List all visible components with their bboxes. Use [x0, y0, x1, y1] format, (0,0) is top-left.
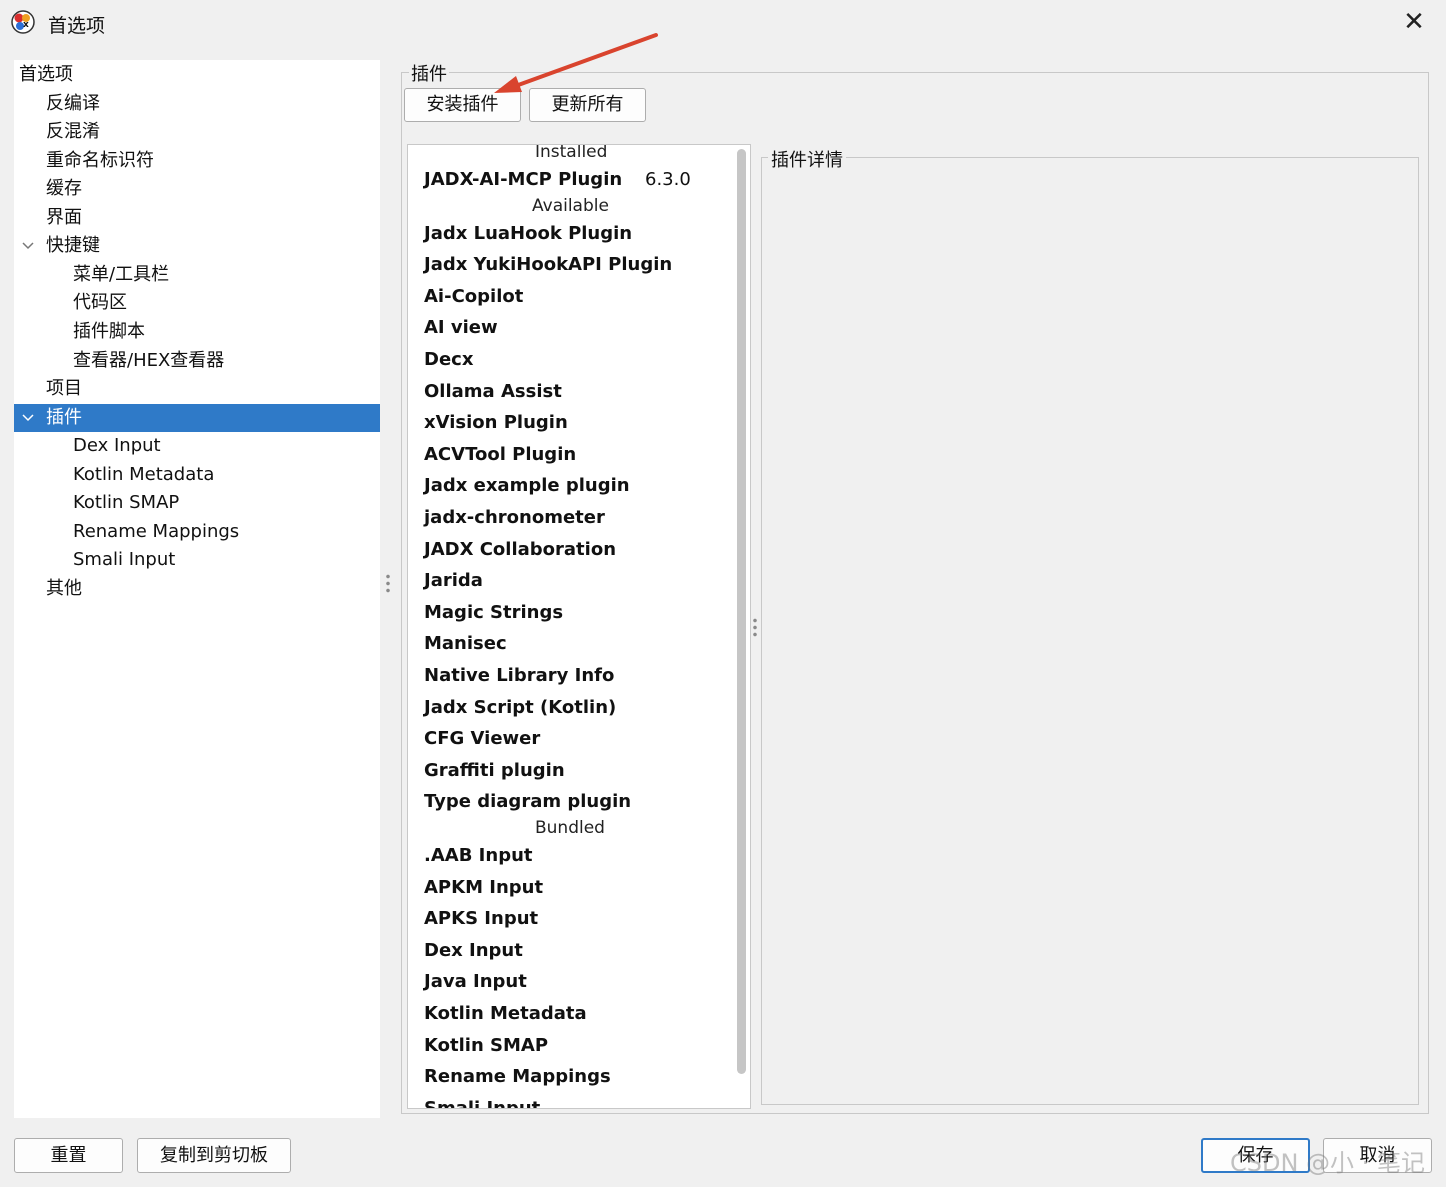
plugin-list-item[interactable]: Jadx LuaHook Plugin: [424, 223, 632, 244]
tree-item-label: 插件: [46, 406, 82, 428]
plugin-list-item[interactable]: Magic Strings: [424, 602, 563, 623]
plugin-list-item[interactable]: Jadx YukiHookAPI Plugin: [424, 254, 672, 275]
window-title: 首选项: [48, 15, 106, 37]
tree-item[interactable]: 重命名标识符: [14, 147, 380, 175]
tree-item[interactable]: 反混淆: [14, 118, 380, 146]
tree-item-label: 快捷键: [46, 235, 100, 257]
plugin-list-section-header: Available: [532, 195, 609, 216]
tree-item-label: Rename Mappings: [73, 520, 240, 542]
tree-item-label: Dex Input: [73, 435, 161, 457]
tree-item-label: 插件脚本: [73, 320, 145, 342]
tree-item-label: 首选项: [19, 64, 73, 85]
tree-item[interactable]: Dex Input: [14, 432, 380, 460]
tree-item-label: 项目: [46, 378, 82, 400]
tree-item[interactable]: Smali Input: [14, 546, 380, 574]
plugin-list-item[interactable]: Rename Mappings: [424, 1066, 611, 1087]
tree-item-label: 代码区: [73, 292, 127, 314]
plugin-list-item[interactable]: Kotlin Metadata: [424, 1003, 587, 1024]
plugin-list-item[interactable]: Jarida: [424, 570, 483, 591]
plugin-list-item[interactable]: CFG Viewer: [424, 728, 540, 749]
tree-item-label: Kotlin Metadata: [73, 463, 215, 485]
plugin-details-panel: [761, 157, 1419, 1105]
tree-item[interactable]: 首选项: [14, 61, 380, 89]
tree-item-label: 查看器/HEX查看器: [73, 349, 225, 371]
plugin-list-item[interactable]: Jadx Script (Kotlin): [424, 697, 616, 718]
tree-item-label: 菜单/工具栏: [73, 263, 170, 285]
tree-item[interactable]: 快捷键: [14, 232, 380, 260]
plugin-version: 6.3.0: [645, 169, 691, 190]
plugin-list-item[interactable]: ACVTool Plugin: [424, 444, 576, 465]
tree-item-label: 其他: [46, 577, 82, 599]
chevron-down-icon[interactable]: [21, 411, 35, 425]
chevron-down-icon[interactable]: [21, 239, 35, 253]
plugin-list-item[interactable]: .AAB Input: [424, 845, 533, 866]
plugin-list-item[interactable]: Dex Input: [424, 940, 523, 961]
plugin-list-item[interactable]: Java Input: [424, 971, 527, 992]
tree-item-label: 反混淆: [46, 121, 100, 143]
tree-item[interactable]: 界面: [14, 204, 380, 232]
copy-to-clipboard-button[interactable]: 复制到剪切板: [137, 1138, 291, 1173]
plugin-list-item[interactable]: Graffiti plugin: [424, 760, 565, 781]
tree-item[interactable]: 菜单/工具栏: [14, 261, 380, 289]
plugin-list-item[interactable]: Decx: [424, 349, 473, 370]
plugin-list-item[interactable]: xVision Plugin: [424, 412, 568, 433]
plugin-list-item[interactable]: Type diagram plugin: [424, 791, 631, 812]
plugin-list-item[interactable]: Native Library Info: [424, 665, 614, 686]
close-icon[interactable]: ✕: [1398, 6, 1430, 38]
details-splitter-handle[interactable]: [753, 617, 757, 639]
reset-button[interactable]: 重置: [14, 1138, 123, 1173]
watermark: CSDN @小 · 笔记: [1230, 1149, 1425, 1177]
tree-item-label: 反编译: [46, 92, 100, 114]
tree-item[interactable]: Kotlin SMAP: [14, 489, 380, 517]
tree-item[interactable]: 反编译: [14, 90, 380, 118]
tree-item[interactable]: 其他: [14, 575, 380, 603]
tree-item[interactable]: 插件: [14, 403, 380, 432]
tree-item-label: 重命名标识符: [46, 149, 154, 171]
tree-item[interactable]: 缓存: [14, 175, 380, 203]
tree-item[interactable]: Rename Mappings: [14, 518, 380, 546]
tree-item[interactable]: 项目: [14, 375, 380, 403]
title-bar: x 首选项 ✕: [0, 0, 1446, 48]
plugin-list-item[interactable]: AI view: [424, 317, 498, 338]
plugin-list-item[interactable]: Manisec: [424, 633, 507, 654]
tree-item-label: Smali Input: [73, 549, 176, 571]
plugin-list-item[interactable]: JADX Collaboration: [424, 539, 616, 560]
plugin-list-item[interactable]: Jadx example plugin: [424, 475, 630, 496]
plugin-list-item[interactable]: JADX-AI-MCP Plugin: [424, 169, 622, 190]
tree-item[interactable]: 代码区: [14, 289, 380, 317]
preferences-tree[interactable]: 首选项反编译反混淆重命名标识符 缓存界面快捷键菜单/工具栏 代码区插件脚本查看器/H…: [14, 60, 380, 1118]
tree-item-label: 缓存: [46, 178, 82, 200]
tree-item[interactable]: Kotlin Metadata: [14, 461, 380, 489]
plugin-list-item[interactable]: Ollama Assist: [424, 381, 562, 402]
tree-item[interactable]: 查看器/HEX查看器: [14, 347, 380, 375]
tree-item[interactable]: 插件脚本: [14, 318, 380, 346]
tree-item-label: 界面: [46, 206, 82, 228]
jadx-logo-icon: x: [11, 10, 35, 34]
plugin-details-title: 插件详情: [768, 146, 846, 172]
plugin-list-item[interactable]: APKS Input: [424, 908, 538, 929]
tree-item-label: Kotlin SMAP: [73, 492, 180, 514]
plugin-list-item[interactable]: Ai-Copilot: [424, 286, 523, 307]
plugin-list-item[interactable]: APKM Input: [424, 877, 543, 898]
plugin-list-scrollbar[interactable]: [737, 149, 746, 1074]
tree-splitter-handle[interactable]: [386, 573, 390, 595]
plugin-list-item[interactable]: Smali Input: [424, 1098, 540, 1108]
annotation-arrow: [494, 33, 658, 93]
plugin-list-item[interactable]: jadx-chronometer: [424, 507, 605, 528]
plugin-list-item[interactable]: Kotlin SMAP: [424, 1035, 548, 1056]
plugins-group-title: 插件: [409, 60, 449, 86]
plugin-list-section-header: Bundled: [535, 818, 605, 838]
svg-text:x: x: [23, 20, 29, 30]
plugin-list[interactable]: Installed JADX-AI-MCP Plugin 6.3.0 Availabl…: [407, 144, 751, 1109]
plugin-list-section-header: Installed: [535, 144, 608, 162]
